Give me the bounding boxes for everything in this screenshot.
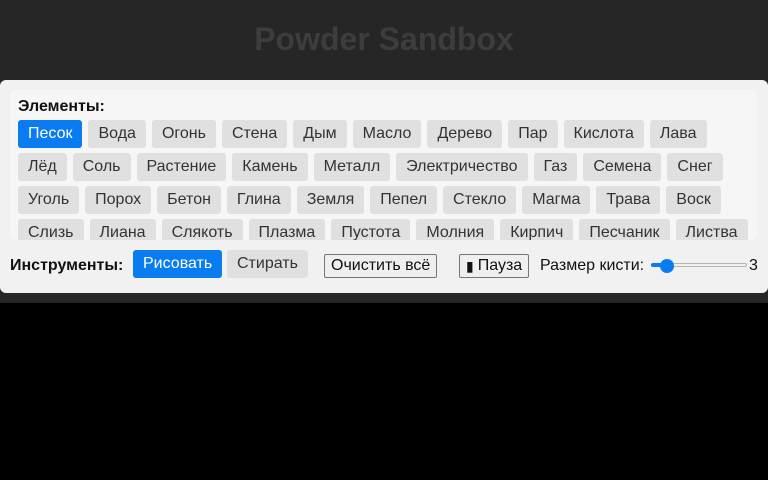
element-button[interactable]: Земля: [296, 186, 365, 214]
element-button[interactable]: Глина: [226, 186, 291, 214]
element-button[interactable]: Дерево: [427, 120, 503, 148]
slider-thumb[interactable]: [659, 259, 674, 273]
element-button[interactable]: Пепел: [370, 186, 438, 214]
element-button[interactable]: Камень: [232, 153, 308, 181]
control-panel: Элементы: Песок Вода Огонь Стена Дым Масло Дер…: [0, 80, 768, 293]
element-button[interactable]: Огонь: [151, 120, 216, 148]
element-button[interactable]: Пар: [508, 120, 558, 148]
clear-all-label: Очистить всё: [331, 257, 431, 274]
element-button[interactable]: Воск: [666, 186, 721, 214]
elements-row: Уголь Порох Бетон Глина Земля Пепел Стекло Магм…: [18, 186, 721, 214]
element-button[interactable]: Семена: [583, 153, 662, 181]
elements-row: Слизь Лиана Слякоть Плазма Пустота Молния Кирп…: [18, 219, 748, 240]
elements-row: Лёд Соль Растение Камень Металл Электричество…: [18, 153, 723, 181]
element-button[interactable]: Порох: [85, 186, 152, 214]
element-button[interactable]: Вода: [88, 120, 146, 148]
element-button[interactable]: Листва: [675, 219, 748, 240]
erase-button[interactable]: Стирать: [227, 250, 308, 278]
element-button[interactable]: Газ: [533, 153, 578, 181]
app-title: Powder Sandbox: [254, 21, 514, 57]
element-button[interactable]: Стена: [221, 120, 288, 148]
element-button[interactable]: Бетон: [157, 186, 221, 214]
element-button[interactable]: Масло: [352, 120, 422, 148]
element-button[interactable]: Пустота: [331, 219, 411, 240]
draw-button[interactable]: Рисовать: [133, 250, 223, 278]
element-button[interactable]: Лава: [649, 120, 707, 148]
element-button[interactable]: Уголь: [18, 186, 80, 214]
brush-size-value: 3: [749, 257, 758, 274]
element-button[interactable]: Молния: [416, 219, 495, 240]
element-button[interactable]: Кислота: [563, 120, 644, 148]
element-button[interactable]: Трава: [596, 186, 661, 214]
clear-all-button[interactable]: Очистить всё: [324, 254, 438, 278]
pause-label: Пауза: [477, 257, 523, 274]
element-button[interactable]: Металл: [313, 153, 391, 181]
element-button[interactable]: Магма: [522, 186, 591, 214]
element-button[interactable]: Снег: [667, 153, 723, 181]
brush-size-slider[interactable]: [651, 259, 747, 273]
element-button[interactable]: Слизь: [18, 219, 84, 240]
element-button[interactable]: Кирпич: [500, 219, 574, 240]
tools-label: Инструменты:: [10, 257, 124, 274]
element-button[interactable]: Плазма: [248, 219, 326, 240]
element-button[interactable]: Растение: [136, 153, 227, 181]
element-button[interactable]: Соль: [72, 153, 131, 181]
element-button[interactable]: Стекло: [443, 186, 517, 214]
pause-button[interactable]: ▮ Пауза: [459, 254, 530, 278]
element-button[interactable]: Песок: [18, 120, 83, 148]
pause-icon: ▮: [466, 258, 474, 274]
elements-row: Песок Вода Огонь Стена Дым Масло Дерево Пар Кисл…: [18, 120, 707, 148]
elements-list[interactable]: Элементы: Песок Вода Огонь Стена Дым Масло Дер…: [10, 90, 757, 240]
brush-size-label: Размер кисти:: [540, 257, 645, 274]
element-button[interactable]: Дым: [293, 120, 347, 148]
element-button[interactable]: Лёд: [18, 153, 67, 181]
elements-heading: Элементы:: [18, 98, 105, 115]
element-button[interactable]: Слякоть: [161, 219, 243, 240]
element-button[interactable]: Песчаник: [579, 219, 670, 240]
element-button[interactable]: Электричество: [396, 153, 528, 181]
element-button[interactable]: Лиана: [89, 219, 156, 240]
